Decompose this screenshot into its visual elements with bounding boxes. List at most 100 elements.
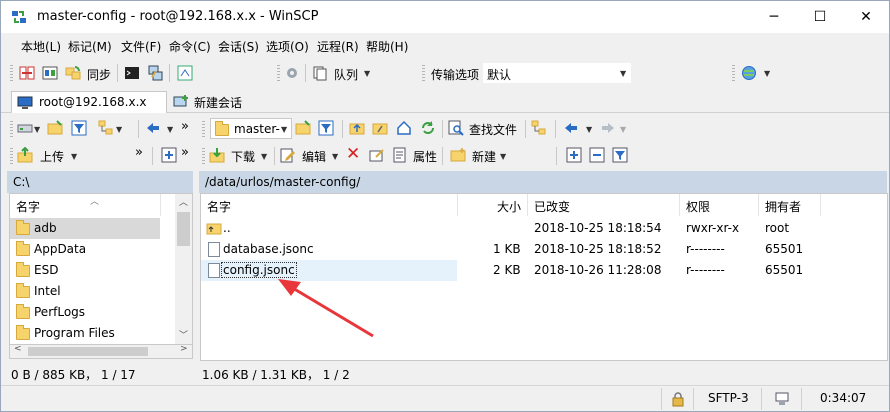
list-item[interactable]: Intel — [10, 281, 160, 302]
filter-select-icon[interactable] — [612, 147, 628, 163]
find-files-icon[interactable] — [448, 120, 464, 136]
chevron-down-icon[interactable]: ▼ — [34, 125, 40, 134]
minimize-button[interactable]: ─ — [751, 1, 797, 33]
toolbar-grip[interactable] — [10, 121, 13, 137]
menu-file[interactable]: 文件(F) — [121, 38, 161, 55]
queue-icon[interactable] — [312, 65, 328, 81]
chevron-down-icon[interactable]: ▼ — [116, 125, 122, 134]
filter-icon[interactable] — [71, 120, 87, 136]
properties-icon[interactable] — [392, 147, 408, 163]
table-row[interactable]: database.jsonc 1 KB 2018-10-25 18:18:52 … — [201, 239, 821, 260]
sync-browse-icon[interactable] — [42, 65, 58, 81]
scroll-down-arrow-icon[interactable]: ﹀ — [179, 328, 188, 341]
chevron-down-icon[interactable]: ▼ — [167, 125, 173, 134]
properties-label[interactable]: 属性 — [413, 148, 437, 165]
root-dir-icon[interactable] — [372, 120, 388, 136]
toolbar-grip[interactable] — [422, 65, 425, 81]
delete-x-icon[interactable]: ✕ — [346, 144, 360, 164]
sync-label[interactable]: 同步 — [87, 66, 111, 83]
local-vertical-scrollbar[interactable]: ︿ ﹀ — [175, 194, 192, 344]
home-icon[interactable] — [396, 120, 412, 136]
menu-remote[interactable]: 远程(R) — [317, 38, 359, 55]
rename-icon[interactable] — [369, 147, 385, 163]
forward-arrow-icon[interactable] — [600, 120, 616, 136]
download-icon[interactable] — [209, 147, 225, 163]
chevron-down-icon[interactable]: ▼ — [620, 125, 626, 134]
compare-dirs-icon[interactable] — [19, 65, 35, 81]
open-folder-icon[interactable] — [47, 120, 63, 136]
table-row[interactable]: .. 2018-10-25 18:18:54 rwxr-xr-x root — [201, 218, 821, 239]
scroll-left-arrow-icon[interactable]: < — [14, 344, 22, 354]
edit-pencil-icon[interactable] — [280, 147, 296, 163]
menu-local[interactable]: 本地(L) — [21, 38, 61, 55]
parent-dir-icon[interactable] — [349, 120, 365, 136]
toolbar-grip[interactable] — [202, 148, 205, 164]
toolbar-grip[interactable] — [10, 65, 13, 81]
remote-header-changed[interactable]: 已改变 — [534, 198, 570, 215]
upload-label[interactable]: 上传 — [40, 148, 64, 165]
remote-header-size[interactable]: 大小 — [497, 198, 521, 215]
upload-icon[interactable] — [17, 147, 33, 163]
back-arrow-icon[interactable] — [145, 120, 161, 136]
list-item[interactable]: AppData — [10, 239, 160, 260]
tab-session-root[interactable]: root@192.168.x.x — [11, 91, 167, 113]
update-dropdown-arrow[interactable]: ▼ — [764, 69, 770, 78]
menu-command[interactable]: 命令(C) — [169, 38, 211, 55]
remote-header-owner[interactable]: 拥有者 — [765, 198, 801, 215]
console-icon[interactable] — [124, 65, 140, 81]
download-dropdown-arrow[interactable]: ▼ — [261, 152, 267, 161]
chevron-down-icon[interactable]: ▼ — [586, 125, 592, 134]
remote-path-bar[interactable]: /data/urlos/master-config/ — [199, 171, 887, 193]
tree-icon[interactable] — [531, 120, 547, 136]
scrollbar-thumb[interactable] — [177, 212, 190, 246]
local-header-name[interactable]: 名字 — [16, 198, 40, 215]
back-arrow-icon[interactable] — [563, 120, 579, 136]
queue-label[interactable]: 队列 — [334, 66, 358, 83]
chevron-down-icon[interactable]: ▼ — [620, 69, 626, 78]
toolbar-overflow-chevron-icon[interactable]: » — [135, 145, 143, 160]
select-all-plus-icon[interactable] — [161, 147, 177, 163]
unselect-minus-icon[interactable] — [589, 147, 605, 163]
find-files-label[interactable]: 查找文件 — [469, 121, 517, 138]
transfer-settings-select[interactable]: 默认 ▼ — [483, 63, 631, 83]
tree-icon[interactable] — [98, 120, 114, 136]
remote-header-name[interactable]: 名字 — [207, 198, 231, 215]
scroll-right-arrow-icon[interactable]: > — [180, 344, 188, 354]
menu-help[interactable]: 帮助(H) — [366, 38, 408, 55]
menu-options[interactable]: 选项(O) — [266, 38, 309, 55]
open-folder-icon[interactable] — [295, 120, 311, 136]
toolbar-grip[interactable] — [732, 65, 735, 81]
list-item[interactable]: PerfLogs — [10, 302, 160, 323]
new-dropdown-arrow[interactable]: ▼ — [500, 152, 506, 161]
new-folder-icon[interactable] — [450, 147, 466, 163]
edit-dropdown-arrow[interactable]: ▼ — [332, 152, 338, 161]
toolbar-grip[interactable] — [202, 121, 205, 137]
toolbar-grip[interactable] — [10, 148, 13, 164]
list-item[interactable]: ESD — [10, 260, 160, 281]
scroll-up-arrow-icon[interactable]: ︿ — [179, 195, 188, 208]
list-item[interactable]: Program Files — [10, 323, 160, 344]
scrollbar-thumb[interactable] — [28, 347, 148, 356]
remote-directory-select[interactable]: master- ▼ — [210, 118, 292, 139]
local-path-bar[interactable]: C:\ — [7, 171, 193, 193]
drive-icon[interactable] — [17, 120, 33, 136]
menu-mark[interactable]: 标记(M) — [68, 38, 112, 55]
select-plus-icon[interactable] — [566, 147, 582, 163]
toolbar-grip[interactable] — [277, 65, 280, 81]
edit-label[interactable]: 编辑 — [302, 148, 326, 165]
close-button[interactable]: ✕ — [843, 1, 889, 33]
list-item[interactable]: adb — [10, 218, 160, 239]
tab-new-session[interactable]: 新建会话 — [169, 91, 253, 113]
upload-dropdown-arrow[interactable]: ▼ — [71, 152, 77, 161]
workspace-icon[interactable] — [177, 65, 193, 81]
chevron-down-icon[interactable]: ▼ — [281, 125, 287, 134]
refresh-icon[interactable] — [420, 120, 436, 136]
toolbar-overflow-chevron-icon[interactable]: » — [181, 119, 189, 134]
maximize-button[interactable]: ☐ — [797, 1, 843, 33]
menu-session[interactable]: 会话(S) — [218, 38, 259, 55]
update-globe-icon[interactable] — [741, 65, 757, 81]
new-label[interactable]: 新建 — [472, 148, 496, 165]
filter-icon[interactable] — [318, 120, 334, 136]
queue-dropdown-arrow[interactable]: ▼ — [364, 69, 370, 78]
toolbar-overflow-chevron-icon[interactable]: » — [181, 145, 189, 160]
